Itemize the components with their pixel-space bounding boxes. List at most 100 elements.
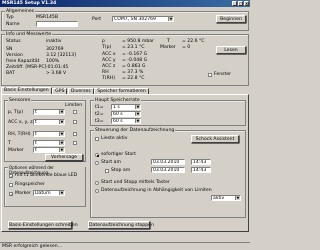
sensor-limit-rh-checkbox[interactable] xyxy=(73,132,77,136)
tab-bar: Basis Einstellungen GPS Diverses Speiche… xyxy=(1,87,149,94)
measure-label-rh: RH xyxy=(102,70,109,75)
port-label: Port xyxy=(92,17,102,22)
chevron-down-icon: ▼ xyxy=(59,191,64,195)
status-text: MSR erfolgreich gelesen... xyxy=(2,244,63,249)
measure-label-tp: T(p) xyxy=(102,45,112,50)
chevron-down-icon: ▼ xyxy=(235,196,240,200)
stop-at-checkbox[interactable] xyxy=(105,169,109,173)
rate-select-t3[interactable]: 60 s ▼ xyxy=(111,118,141,124)
tab-panel-basic-settings: Sensoren Limiten p, T(p) t ▼ ACC x, y, z … xyxy=(1,94,249,232)
limit-select[interactable]: aktiv ▼ xyxy=(211,195,241,201)
sensor-select-marker[interactable]: t ▼ xyxy=(33,147,65,153)
chevron-down-icon: ▼ xyxy=(135,105,140,109)
info-label-capacity: freie Kapazität xyxy=(6,59,40,64)
rate-value-t3: 60 s xyxy=(113,119,123,124)
info-value-bat: > 3.68 V xyxy=(46,71,67,76)
marker-label: Marker xyxy=(15,191,31,196)
sensor-value-t: t xyxy=(35,141,37,146)
begin-button[interactable]: Beginnen xyxy=(216,15,246,23)
read-button[interactable]: Lesen xyxy=(216,46,246,54)
measure-value-accx: = -0.167 G xyxy=(122,52,148,57)
sensor-label-acc: ACC x, y, z xyxy=(8,120,33,125)
rate-select-t1[interactable]: 1 s ▼ xyxy=(111,104,141,110)
rate-value-t2: 60 s xyxy=(113,112,123,117)
rate-value-t1: 1 s xyxy=(113,105,120,110)
info-label-status: Status xyxy=(6,39,21,44)
ring-memory-label: Ringspeicher xyxy=(15,182,45,187)
marker-select-value: Datum xyxy=(35,191,51,196)
radio-start-at[interactable] xyxy=(95,161,99,165)
radio-limit-dependent[interactable] xyxy=(95,189,99,193)
window-checkbox[interactable] xyxy=(208,73,212,77)
schock-assistant-button[interactable]: Schock Assistent xyxy=(191,135,239,143)
sensor-select-t[interactable]: t ▼ xyxy=(33,140,65,146)
radio-start-stop-button[interactable] xyxy=(95,181,99,185)
sensor-limit-acc-checkbox[interactable] xyxy=(73,120,77,124)
sensor-limit-t-checkbox[interactable] xyxy=(73,141,77,145)
sensor-label-p: p, T(p) xyxy=(8,110,24,115)
chevron-down-icon: ▼ xyxy=(59,132,64,136)
general-group: Allgemeines Typ MSR145B Name Port COM7, … xyxy=(1,9,249,31)
info-value-status: inaktiv xyxy=(46,39,62,44)
chevron-down-icon: ▼ xyxy=(59,110,64,114)
lightning-checkbox[interactable] xyxy=(95,137,99,141)
rate-select-t2[interactable]: 60 s ▼ xyxy=(111,111,141,117)
minimize-button[interactable]: _ xyxy=(232,1,237,6)
port-select[interactable]: COM7, SN 302769 ▼ xyxy=(112,16,174,22)
stop-time-input[interactable]: 14:43 xyxy=(191,167,211,173)
sensor-label-rh: RH, T(RH) xyxy=(8,132,31,137)
port-value: COM7, SN 302769 xyxy=(114,17,156,22)
info-label-sn: SN xyxy=(6,47,13,52)
start-time-input[interactable]: 14:43 xyxy=(191,159,211,165)
rate-label-t2: t2= xyxy=(95,112,104,117)
chevron-down-icon: ▼ xyxy=(135,119,140,123)
stop-recording-button[interactable]: Datenaufzeichnung stoppen xyxy=(88,221,154,229)
rate-label-t1: t1= xyxy=(95,105,104,110)
ring-memory-checkbox[interactable] xyxy=(9,183,13,187)
measure-label-accy: ACC y xyxy=(102,58,116,63)
maximize-button[interactable]: □ xyxy=(238,1,243,6)
general-group-title: Allgemeines xyxy=(5,9,36,14)
measure-value-rh: = 37.3 % xyxy=(122,70,144,75)
sensor-value-p: t xyxy=(35,110,37,115)
preview-button[interactable]: Vorhersage xyxy=(45,154,83,161)
sensors-group-title: Sensoren xyxy=(8,98,32,103)
measure-value-p: = 950.8 mbar xyxy=(122,39,155,44)
name-input[interactable] xyxy=(36,21,78,27)
info-group-title: Info und Messwerte xyxy=(5,32,53,37)
title-bar: MSR145 Setup V1.34 _ □ × xyxy=(0,0,250,7)
sensor-limit-p-checkbox[interactable] xyxy=(73,110,77,114)
main-memory-group-title: Haupt Speicherrate xyxy=(94,98,141,103)
status-bar: MSR erfolgreich gelesen... xyxy=(0,242,250,250)
typ-label: Typ xyxy=(6,15,14,20)
sensor-select-acc[interactable]: t ▼ xyxy=(33,119,65,125)
option-stop-at-label: Stop am xyxy=(111,168,131,173)
start-date-input[interactable]: 03.03.2010 xyxy=(151,159,185,165)
sensor-value-marker: t xyxy=(35,148,37,153)
rate-label-t3: t3= xyxy=(95,119,104,124)
info-value-capacity: 100% xyxy=(46,59,60,64)
close-button[interactable]: × xyxy=(244,1,249,6)
marker-select[interactable]: Datum ▼ xyxy=(33,190,65,196)
chevron-down-icon: ▼ xyxy=(59,141,64,145)
measure-label-marker: Marker xyxy=(160,45,176,50)
sensor-select-rh[interactable]: t ▼ xyxy=(33,131,65,137)
radio-immediate-start[interactable] xyxy=(95,153,99,157)
tab-basic-settings[interactable]: Basis Einstellungen xyxy=(1,87,52,94)
write-settings-button[interactable]: Basis-Einstellungen schreiben xyxy=(8,221,78,229)
measure-label-t: T xyxy=(167,39,170,44)
measure-value-marker: = 0 xyxy=(182,45,191,50)
sensors-group: Sensoren Limiten p, T(p) t ▼ ACC x, y, z … xyxy=(4,98,86,162)
blink-led-checkbox[interactable]: ✓ xyxy=(9,174,13,179)
limit-select-value: aktiv xyxy=(213,196,225,201)
sensor-select-p[interactable]: t ▼ xyxy=(33,109,65,115)
option-start-stop-label: Start und Stopp mittels Taster xyxy=(101,180,170,185)
measure-label-trh: T(RH) xyxy=(102,76,116,81)
stop-date-input[interactable]: 03.03.2010 xyxy=(151,167,185,173)
control-group-title: Steuerung der Datenaufzeichnung xyxy=(94,128,176,133)
chevron-down-icon: ▼ xyxy=(59,148,64,152)
name-label: Name xyxy=(6,22,20,27)
sensor-label-t: T xyxy=(8,141,11,146)
measure-label-accx: ACC x xyxy=(102,52,116,57)
marker-checkbox[interactable]: ✓ xyxy=(9,192,13,197)
